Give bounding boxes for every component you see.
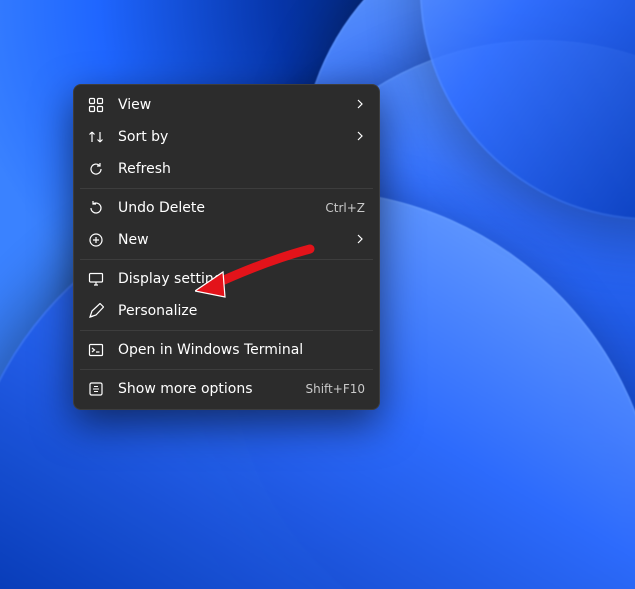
new-icon bbox=[88, 232, 104, 248]
menu-separator bbox=[80, 330, 373, 331]
menu-item-shortcut: Ctrl+Z bbox=[325, 201, 365, 215]
more-icon bbox=[88, 381, 104, 397]
menu-item-label: Refresh bbox=[118, 161, 365, 177]
menu-item-label: Display settings bbox=[118, 271, 365, 287]
menu-item-display-settings[interactable]: Display settings bbox=[78, 263, 375, 295]
menu-separator bbox=[80, 259, 373, 260]
menu-item-show-more-options[interactable]: Show more options Shift+F10 bbox=[78, 373, 375, 405]
menu-item-sort-by[interactable]: Sort by bbox=[78, 121, 375, 153]
menu-item-label: Show more options bbox=[118, 381, 295, 397]
desktop-context-menu: View Sort by Refresh Undo Delete Ctrl+Z … bbox=[73, 84, 380, 410]
menu-item-view[interactable]: View bbox=[78, 89, 375, 121]
grid-icon bbox=[88, 97, 104, 113]
chevron-right-icon bbox=[355, 129, 365, 145]
undo-icon bbox=[88, 200, 104, 216]
display-icon bbox=[88, 271, 104, 287]
menu-item-undo-delete[interactable]: Undo Delete Ctrl+Z bbox=[78, 192, 375, 224]
menu-item-personalize[interactable]: Personalize bbox=[78, 295, 375, 327]
menu-separator bbox=[80, 369, 373, 370]
menu-item-open-terminal[interactable]: Open in Windows Terminal bbox=[78, 334, 375, 366]
menu-item-label: Personalize bbox=[118, 303, 365, 319]
menu-item-refresh[interactable]: Refresh bbox=[78, 153, 375, 185]
personalize-icon bbox=[88, 303, 104, 319]
menu-item-new[interactable]: New bbox=[78, 224, 375, 256]
menu-item-label: Sort by bbox=[118, 129, 345, 145]
menu-item-label: Open in Windows Terminal bbox=[118, 342, 365, 358]
refresh-icon bbox=[88, 161, 104, 177]
menu-item-label: View bbox=[118, 97, 345, 113]
menu-item-label: Undo Delete bbox=[118, 200, 315, 216]
terminal-icon bbox=[88, 342, 104, 358]
chevron-right-icon bbox=[355, 97, 365, 113]
menu-separator bbox=[80, 188, 373, 189]
chevron-right-icon bbox=[355, 232, 365, 248]
menu-item-label: New bbox=[118, 232, 345, 248]
sort-icon bbox=[88, 129, 104, 145]
menu-item-shortcut: Shift+F10 bbox=[305, 382, 365, 396]
